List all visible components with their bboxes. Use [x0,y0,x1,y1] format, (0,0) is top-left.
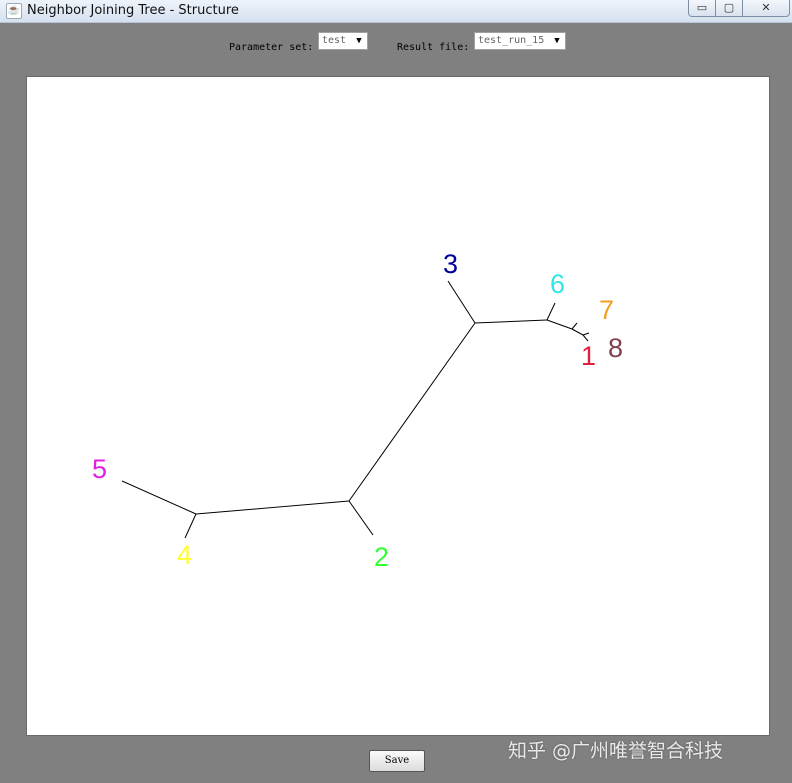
tree-edge-leaf-7 [571,322,578,330]
tree-drawing: 3 6 7 8 1 5 4 2 [92,249,623,572]
maximize-button[interactable]: ▢ [715,0,743,17]
leaf-label-6: 6 [550,269,565,299]
leaf-label-5: 5 [92,454,107,484]
parameter-set-select[interactable]: test ▼ [318,32,368,50]
parameter-set-label: Parameter set: [229,42,314,53]
save-button[interactable]: Save [369,750,425,772]
leaf-label-8: 8 [608,333,623,363]
parameter-set-value: test [322,35,347,46]
tree-edge [348,322,476,502]
tree-labels: 3 6 7 8 1 5 4 2 [92,249,623,572]
tree-edge-leaf-4 [184,513,197,539]
result-file-value: test_run_15 [478,35,545,46]
tree-edge [474,319,548,324]
java-app-icon: ☕ [6,3,22,19]
chevron-down-icon: ▼ [554,36,560,46]
leaf-label-4: 4 [177,540,192,570]
tree-edge-leaf-5 [121,480,197,515]
leaf-label-3: 3 [443,249,458,279]
tree-edge-leaf-8 [582,332,590,336]
close-button[interactable]: ✕ [742,0,790,17]
tree-edge [571,328,584,336]
tree-edges [121,280,590,539]
window-title: Neighbor Joining Tree - Structure [27,3,239,18]
chevron-down-icon: ▼ [356,36,362,46]
result-file-label: Result file: [397,42,470,53]
tree-edge [195,500,350,515]
app-window: ☕ Neighbor Joining Tree - Structure ▭ ▢ … [0,0,792,783]
tree-edge-leaf-2 [348,500,374,536]
leaf-label-7: 7 [599,295,614,325]
result-file-select[interactable]: test_run_15 ▼ [474,32,566,50]
tree-edge-leaf-6 [546,302,556,321]
title-bar[interactable]: ☕ Neighbor Joining Tree - Structure ▭ ▢ … [0,0,792,23]
watermark-text: 知乎 @广州唯誉智合科技 [508,740,724,762]
tree-canvas: 3 6 7 8 1 5 4 2 [26,76,770,736]
tree-edge [546,319,573,330]
minimize-button[interactable]: ▭ [688,0,716,17]
leaf-label-2: 2 [374,542,389,572]
tree-edge-leaf-3 [447,280,476,324]
leaf-label-1: 1 [581,341,596,371]
